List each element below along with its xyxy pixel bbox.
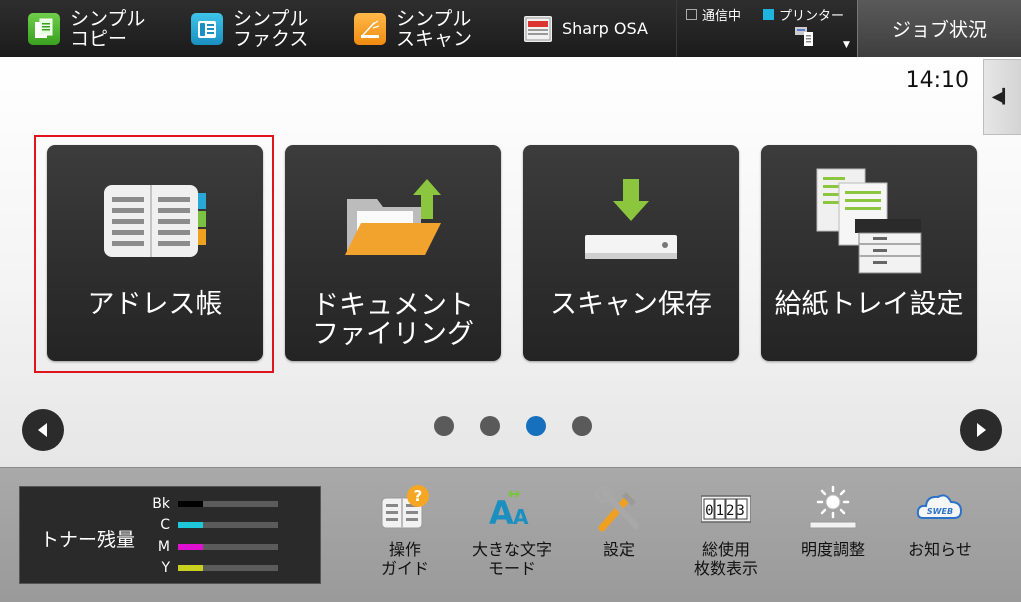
notice-label: お知らせ (908, 540, 972, 559)
scan-icon (354, 12, 386, 45)
toner-fill (178, 544, 203, 550)
arrow-right-icon (977, 423, 986, 437)
operation-guide-label: 操作 ガイド (380, 540, 429, 578)
communication-label: 通信中 (702, 9, 742, 24)
simple-fax-button[interactable]: シンプル ファクス (191, 0, 308, 57)
top-bar: シンプル コピー シンプル ファクス シンプル スキャン Sharp OSA 通… (0, 0, 1021, 57)
toner-row-bk: Bk (142, 496, 302, 512)
simple-copy-button[interactable]: シンプル コピー (28, 0, 145, 57)
toner-name: Y (161, 560, 170, 576)
settings-button[interactable]: 設定 (569, 478, 669, 593)
tile-address-book[interactable]: アドレス帳 (47, 145, 263, 361)
page-indicator-dot-2[interactable] (480, 416, 500, 436)
simple-fax-label: シンプル ファクス (233, 7, 309, 50)
previous-page-button[interactable] (22, 409, 64, 451)
print-queue-icon[interactable] (795, 26, 815, 48)
brightness-icon (809, 485, 857, 529)
tile-scan-save[interactable]: スキャン保存 (523, 145, 739, 361)
total-count-label: 総使用 枚数表示 (693, 540, 758, 578)
toner-fill (178, 501, 203, 507)
web-notice-icon: SWEB (916, 494, 963, 519)
settings-label: 設定 (602, 540, 635, 559)
bottom-bar: トナー残量 Bk C M Y ? 操作 ガイド A A 大きな文字 モード 設定… (0, 467, 1021, 602)
large-text-icon: A A (489, 490, 529, 532)
svg-text:A: A (489, 494, 514, 532)
toner-gauge (178, 544, 278, 550)
osa-icon (524, 15, 552, 42)
status-area: 通信中 プリンター ▼ (676, 0, 856, 57)
settings-tools-icon (595, 485, 639, 532)
operation-guide-button[interactable]: ? 操作 ガイド (355, 478, 455, 593)
simple-scan-label: シンプル スキャン (396, 7, 473, 50)
operation-guide-icon: ? (381, 485, 429, 529)
chevron-down-icon[interactable]: ▼ (843, 40, 850, 50)
paper-tray-icon (816, 168, 922, 274)
toner-fill (178, 522, 203, 528)
arrow-left-icon (38, 423, 47, 437)
toner-name: C (160, 517, 170, 533)
next-page-button[interactable] (960, 409, 1002, 451)
total-count-button[interactable]: 0123 総使用 枚数表示 (676, 478, 776, 593)
toner-title: トナー残量 (40, 529, 136, 551)
toner-name: Bk (152, 496, 170, 512)
toner-row-c: C (142, 517, 302, 533)
tile-scan-save-label: スキャン保存 (550, 289, 712, 320)
toner-fill (178, 565, 203, 571)
counter-digits: 0123 (705, 503, 747, 519)
page-indicator-dot-1[interactable] (434, 416, 454, 436)
simple-copy-label: シンプル コピー (70, 7, 146, 50)
copy-icon (28, 12, 60, 45)
sharp-osa-button[interactable]: Sharp OSA (524, 0, 648, 57)
fax-icon (191, 12, 223, 45)
printer-indicator (763, 9, 774, 20)
large-text-mode-button[interactable]: A A 大きな文字 モード (462, 478, 562, 593)
counter-icon: 0123 (701, 495, 751, 523)
address-book-icon (104, 185, 206, 257)
svg-text:SWEB: SWEB (927, 507, 953, 516)
side-panel-toggle[interactable]: ◀▎ (983, 59, 1021, 135)
toner-gauge (178, 522, 278, 528)
clock: 14:10 (905, 68, 969, 93)
home-screen: 14:10 ◀▎ アドレス帳 ドキュメント ファイリング スキャン保存 給紙トレ… (0, 57, 1021, 467)
toner-row-m: M (142, 539, 302, 555)
printer-status: プリンター (763, 5, 844, 24)
job-status-button[interactable]: ジョブ状況 (857, 0, 1021, 57)
toner-gauge (178, 565, 278, 571)
large-text-mode-label: 大きな文字 モード (471, 540, 552, 578)
communication-status: 通信中 (686, 5, 741, 24)
svg-text:A: A (513, 505, 529, 529)
simple-scan-button[interactable]: シンプル スキャン (354, 0, 472, 57)
brightness-button[interactable]: 明度調整 (783, 478, 883, 593)
page-indicator-dot-4[interactable] (572, 416, 592, 436)
page-indicator-dot-3[interactable] (526, 416, 546, 436)
communication-indicator (686, 9, 697, 20)
toner-name: M (157, 539, 170, 555)
toner-gauge (178, 501, 278, 507)
toner-row-y: Y (142, 560, 302, 576)
sharp-osa-label: Sharp OSA (562, 18, 648, 38)
tile-address-book-label: アドレス帳 (87, 289, 223, 320)
brightness-label: 明度調整 (800, 540, 865, 559)
scan-save-icon (585, 179, 677, 259)
printer-label: プリンター (779, 9, 845, 24)
tile-document-filing[interactable]: ドキュメント ファイリング (285, 145, 501, 361)
notice-button[interactable]: SWEB お知らせ (890, 478, 990, 593)
tile-paper-tray-settings[interactable]: 給紙トレイ設定 (761, 145, 977, 361)
tile-paper-tray-label: 給紙トレイ設定 (774, 289, 964, 320)
toner-level-panel[interactable]: トナー残量 Bk C M Y (19, 486, 321, 584)
collapse-arrow-icon: ◀▎ (991, 89, 1014, 105)
tile-document-filing-label: ドキュメント ファイリング (312, 290, 474, 350)
document-filing-icon (345, 179, 441, 255)
svg-text:?: ? (414, 487, 423, 505)
